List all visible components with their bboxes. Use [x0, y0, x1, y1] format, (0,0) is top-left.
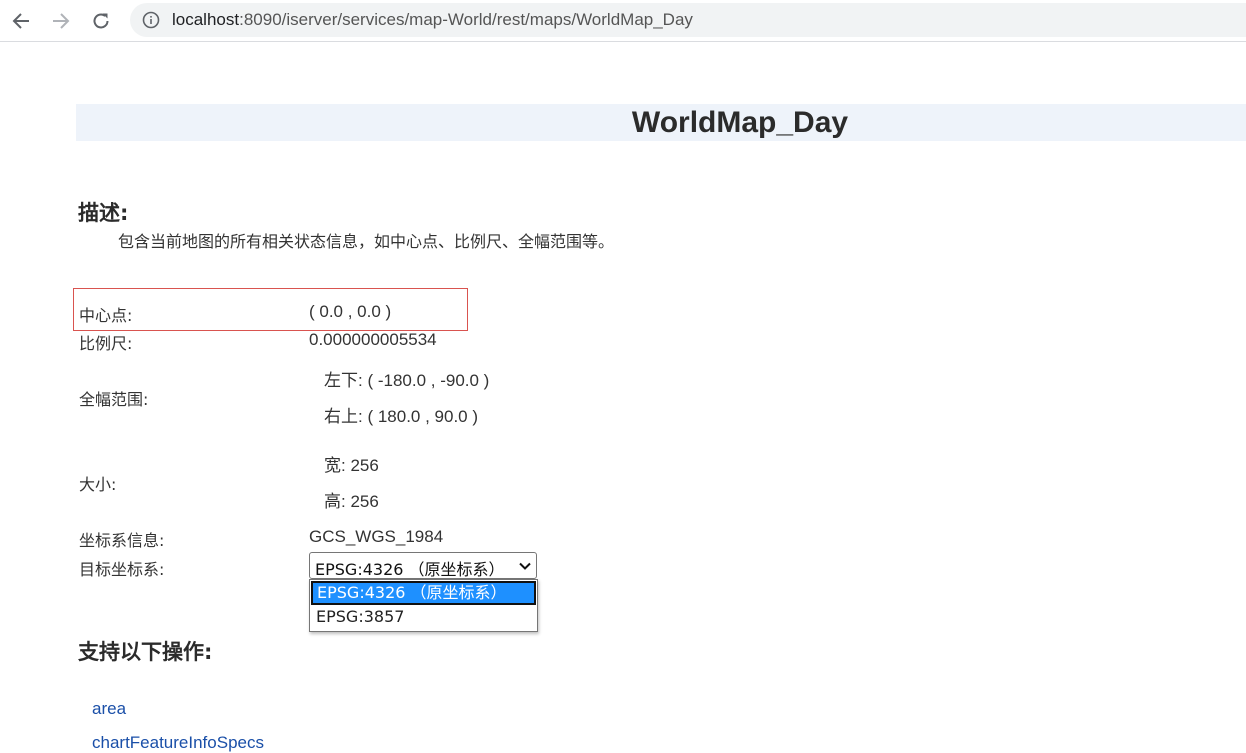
operations-heading: 支持以下操作:: [78, 640, 213, 664]
url-host: localhost: [172, 10, 240, 29]
size-label: 大小:: [79, 475, 117, 494]
crs-label: 坐标系信息:: [79, 531, 165, 550]
size-width: 宽: 256: [324, 456, 379, 475]
center-value: ( 0.0 , 0.0 ): [309, 302, 392, 321]
target-crs-selected-value: EPSG:4326 （原坐标系）: [315, 560, 505, 579]
target-crs-select[interactable]: EPSG:4326 （原坐标系）: [309, 552, 537, 579]
bounds-lower-left: 左下: ( -180.0 , -90.0 ): [324, 371, 490, 390]
arrow-right-icon: [53, 13, 70, 29]
target-crs-dropdown: EPSG:4326 （原坐标系） EPSG:3857: [309, 579, 538, 632]
reload-icon: [93, 13, 109, 29]
dropdown-option-epsg4326[interactable]: EPSG:4326 （原坐标系）: [311, 581, 536, 605]
scale-label: 比例尺:: [79, 334, 133, 353]
description-heading: 描述:: [78, 201, 129, 225]
size-height: 高: 256: [324, 492, 379, 511]
bounds-upper-right: 右上: ( 180.0 , 90.0 ): [324, 407, 479, 426]
url-path: :8090/iserver/services/map-World/rest/ma…: [239, 10, 693, 29]
address-bar[interactable]: localhost:8090/iserver/services/map-Worl…: [130, 3, 1246, 37]
page-title-band: WorldMap_Day: [76, 104, 1246, 141]
chevron-down-icon: [519, 562, 531, 570]
browser-toolbar: localhost:8090/iserver/services/map-Worl…: [0, 0, 1246, 42]
operation-link-area[interactable]: area: [92, 699, 126, 719]
back-button[interactable]: [6, 6, 36, 36]
center-label: 中心点:: [79, 306, 133, 325]
info-icon[interactable]: [142, 11, 160, 29]
page-title: WorldMap_Day: [631, 106, 849, 139]
scale-value: 0.000000005534: [309, 330, 437, 349]
description-text: 包含当前地图的所有相关状态信息，如中心点、比例尺、全幅范围等。: [118, 232, 615, 251]
crs-value: GCS_WGS_1984: [309, 527, 444, 546]
reload-button[interactable]: [86, 6, 116, 36]
arrow-left-icon: [12, 13, 29, 29]
forward-button[interactable]: [46, 6, 76, 36]
operation-link-chartfeatureinfospecs[interactable]: chartFeatureInfoSpecs: [92, 733, 264, 753]
url-text[interactable]: localhost:8090/iserver/services/map-Worl…: [172, 10, 693, 30]
dropdown-option-epsg3857[interactable]: EPSG:3857: [311, 606, 536, 630]
bounds-label: 全幅范围:: [79, 390, 149, 409]
target-crs-label: 目标坐标系:: [79, 560, 165, 579]
